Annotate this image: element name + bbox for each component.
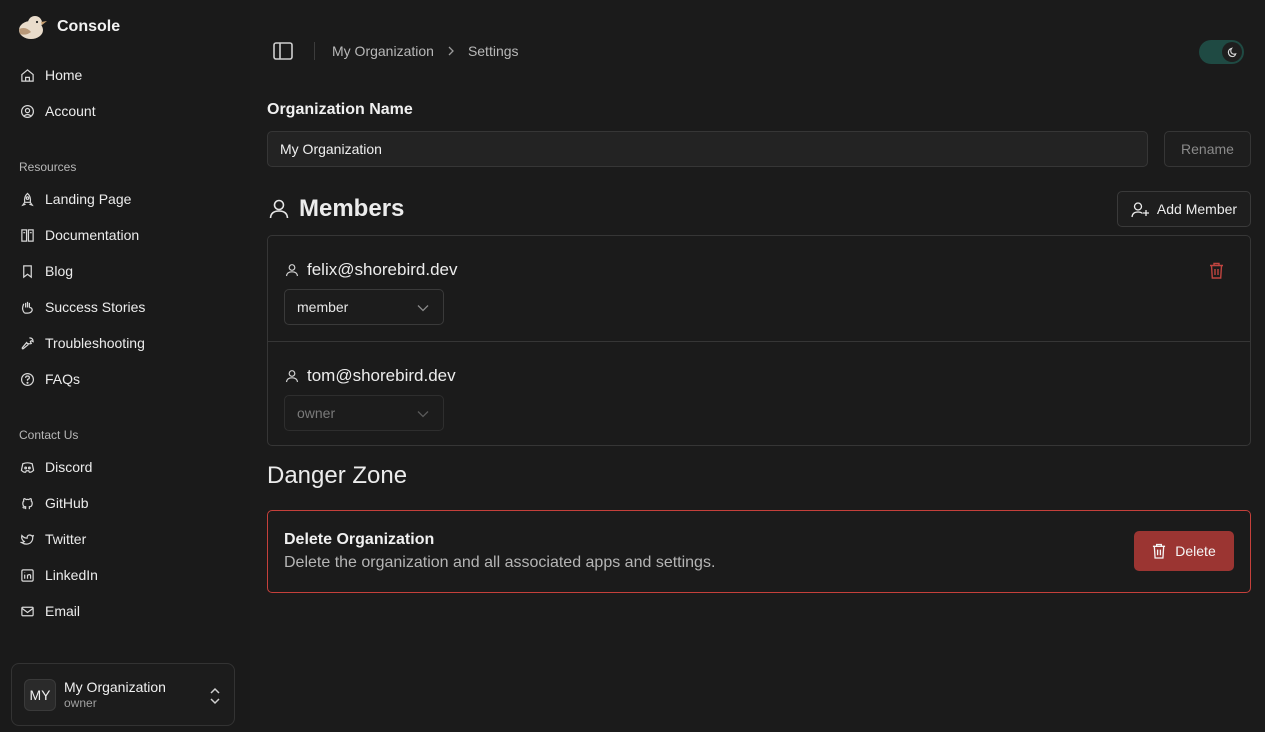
sidebar-item-label: Twitter [45,531,87,547]
danger-zone-title: Danger Zone [267,462,408,489]
chevron-right-icon [448,46,454,56]
sidebar-item-linkedin[interactable]: LinkedIn [12,560,238,590]
breadcrumb: My Organization Settings [332,42,519,60]
add-member-label: Add Member [1156,201,1238,217]
sidebar-toggle-icon[interactable] [272,41,294,61]
sidebar-item-blog[interactable]: Blog [12,256,238,286]
github-icon [22,497,33,509]
main-content: My Organization Settings Organization Na… [250,0,1265,732]
member-email-text: tom@shorebird.dev [307,366,456,385]
trash-icon [1153,543,1166,559]
user-icon [269,199,289,219]
sidebar-item-label: Landing Page [45,191,132,207]
sidebar-item-label: GitHub [45,495,89,511]
user-plus-icon [1131,201,1149,217]
brand-name: Console [57,18,121,35]
nav-group-resources-label: Resources [19,160,77,174]
twitter-icon [20,533,35,545]
member-email: felix@shorebird.dev [285,260,458,280]
sidebar-item-email[interactable]: Email [12,596,238,626]
delete-org-title: Delete Organization [284,531,435,548]
sidebar-item-label: FAQs [45,371,81,387]
chevron-down-icon [417,411,429,418]
sidebar-item-account[interactable]: Account [12,96,238,126]
organization-name-input[interactable] [267,131,1148,167]
chevrons-up-down-icon [210,687,220,705]
sidebar-item-landing-page[interactable]: Landing Page [12,184,238,214]
member-row: tom@shorebird.dev owner [268,341,1250,446]
org-switcher-role: owner [64,696,97,710]
moon-icon [1227,46,1237,57]
sidebar: Console Home Account Resources Landing P… [0,0,250,732]
linkedin-icon [21,568,34,582]
hand-clap-icon [21,301,33,314]
sidebar-item-label: LinkedIn [45,567,98,583]
sidebar-item-label: Email [45,603,81,619]
delete-label: Delete [1175,543,1216,559]
member-email: tom@shorebird.dev [285,366,456,386]
help-circle-icon [20,372,35,386]
sidebar-item-twitter[interactable]: Twitter [12,524,238,554]
chevron-down-icon [417,305,429,312]
members-title: Members [299,195,405,222]
org-switcher-name: My Organization [64,679,166,695]
sidebar-item-discord[interactable]: Discord [12,452,238,482]
user-icon [285,264,299,277]
org-avatar: MY [24,678,56,711]
delete-organization-button[interactable]: Delete [1134,531,1234,571]
delete-org-description: Delete the organization and all associat… [284,554,716,571]
discord-icon [20,461,35,473]
sidebar-item-faqs[interactable]: FAQs [12,364,238,394]
role-select-value: owner [297,405,336,421]
header: My Organization Settings [250,0,1265,100]
sidebar-item-troubleshooting[interactable]: Troubleshooting [12,328,238,358]
sidebar-item-label: Blog [45,263,74,279]
sidebar-item-label: Discord [45,459,93,475]
mail-icon [21,606,34,616]
role-select: owner [284,395,444,431]
danger-zone-card: Delete Organization Delete the organizat… [267,510,1251,593]
wrench-icon [21,336,34,349]
bird-logo-icon [19,16,47,39]
member-email-text: felix@shorebird.dev [307,260,458,279]
sidebar-item-documentation[interactable]: Documentation [12,220,238,250]
breadcrumb-organization[interactable]: My Organization [332,43,434,59]
header-divider [314,42,315,60]
role-select-value: member [297,299,349,315]
sidebar-item-label: Account [45,103,96,119]
sidebar-item-label: Success Stories [45,299,146,315]
sidebar-item-label: Home [45,67,83,83]
sidebar-item-label: Documentation [45,227,140,243]
bookmark-icon [23,264,32,278]
org-switcher-text: My Organization owner [64,679,166,710]
breadcrumb-current: Settings [467,43,519,59]
sidebar-item-label: Troubleshooting [45,335,145,351]
members-heading: Members [267,194,404,224]
sidebar-item-github[interactable]: GitHub [12,488,238,518]
account-icon [20,104,35,118]
theme-knob [1222,42,1242,62]
home-icon [21,68,34,82]
role-select[interactable]: member [284,289,444,325]
org-switcher[interactable]: MY My Organization owner [11,663,235,726]
sidebar-item-home[interactable]: Home [12,60,238,90]
organization-name-label: Organization Name [267,101,413,118]
brand[interactable]: Console [16,12,120,42]
nav-group-contact-label: Contact Us [19,428,79,442]
theme-toggle[interactable] [1199,40,1244,64]
user-icon [285,370,299,383]
sidebar-item-success-stories[interactable]: Success Stories [12,292,238,322]
docs-icon [21,228,34,242]
members-list: felix@shorebird.dev member tom@shorebird… [267,235,1251,446]
rocket-icon [21,192,34,206]
add-member-button[interactable]: Add Member [1117,191,1251,227]
rename-button[interactable]: Rename [1164,131,1251,167]
member-row: felix@shorebird.dev member [268,236,1250,341]
delete-member-trash-icon[interactable] [1209,262,1224,279]
